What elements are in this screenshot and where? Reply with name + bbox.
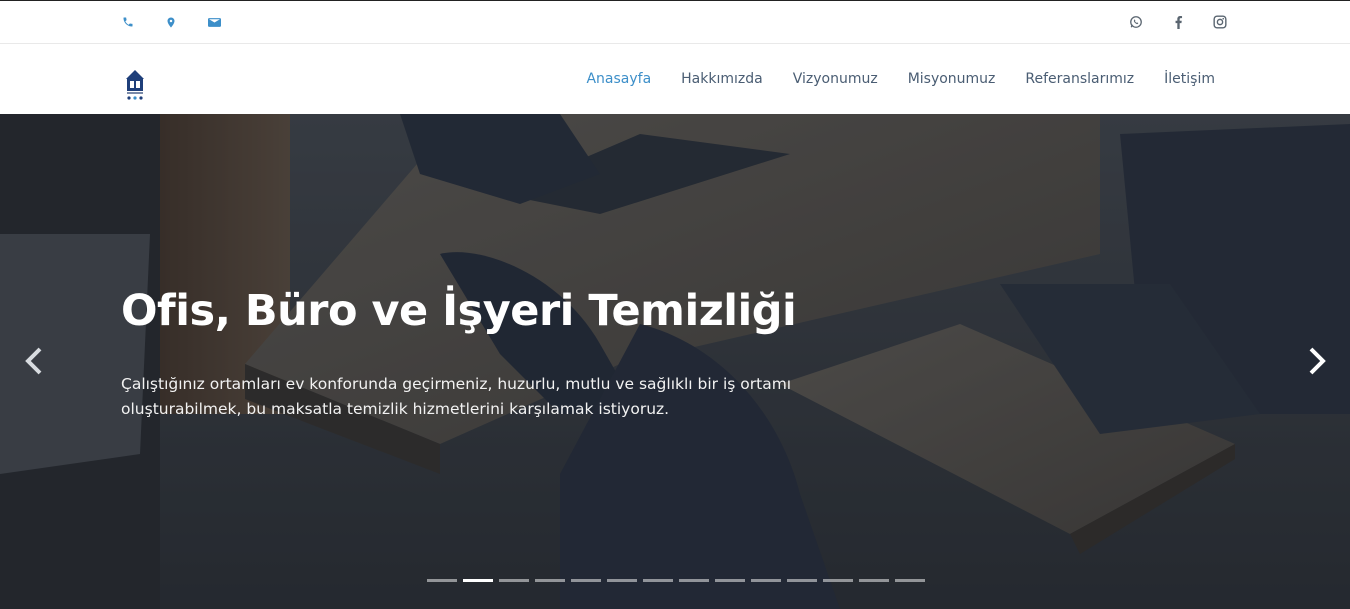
slide-indicator[interactable] xyxy=(823,579,853,582)
slide-indicator[interactable] xyxy=(571,579,601,582)
main-menu: Anasayfa Hakkımızda Vizyonumuz Misyonumu… xyxy=(556,44,1215,114)
company-logo[interactable] xyxy=(124,67,146,102)
envelope-icon[interactable] xyxy=(206,14,222,30)
chevron-right-icon[interactable] xyxy=(1305,346,1329,376)
slide-indicator[interactable] xyxy=(535,579,565,582)
slide-indicator[interactable] xyxy=(859,579,889,582)
contact-icons xyxy=(120,14,249,30)
hero-slider: Ofis, Büro ve İşyeri Temizliği Çalıştığı… xyxy=(0,114,1350,609)
slide-indicator[interactable] xyxy=(895,579,925,582)
slide-indicator[interactable] xyxy=(643,579,673,582)
instagram-icon[interactable] xyxy=(1212,14,1228,30)
top-bar xyxy=(0,0,1350,44)
slide-indicator[interactable] xyxy=(607,579,637,582)
slide-indicator[interactable] xyxy=(787,579,817,582)
nav-item-anasayfa[interactable]: Anasayfa xyxy=(586,71,651,87)
slide-indicator[interactable] xyxy=(751,579,781,582)
nav-item-iletisim[interactable]: İletişim xyxy=(1164,71,1215,87)
slide-indicator[interactable] xyxy=(499,579,529,582)
slide-indicator[interactable] xyxy=(463,579,493,582)
nav-item-misyonumuz[interactable]: Misyonumuz xyxy=(908,71,996,87)
facebook-icon[interactable] xyxy=(1170,14,1186,30)
social-icons xyxy=(1102,14,1228,30)
chevron-left-icon[interactable] xyxy=(22,346,46,376)
nav-item-vizyonumuz[interactable]: Vizyonumuz xyxy=(793,71,878,87)
main-navbar: Anasayfa Hakkımızda Vizyonumuz Misyonumu… xyxy=(0,44,1350,114)
slide-indicator[interactable] xyxy=(679,579,709,582)
nav-item-referanslarimiz[interactable]: Referanslarımız xyxy=(1025,71,1134,87)
phone-icon[interactable] xyxy=(120,14,136,30)
slider-indicators xyxy=(427,579,931,582)
nav-item-hakkimizda[interactable]: Hakkımızda xyxy=(681,71,763,87)
hero-title: Ofis, Büro ve İşyeri Temizliği xyxy=(121,286,797,336)
whatsapp-icon[interactable] xyxy=(1128,14,1144,30)
hero-overlay xyxy=(0,114,1350,609)
map-marker-icon[interactable] xyxy=(163,14,179,30)
slide-indicator[interactable] xyxy=(427,579,457,582)
hero-description: Çalıştığınız ortamları ev konforunda geç… xyxy=(121,375,792,418)
slide-indicator[interactable] xyxy=(715,579,745,582)
